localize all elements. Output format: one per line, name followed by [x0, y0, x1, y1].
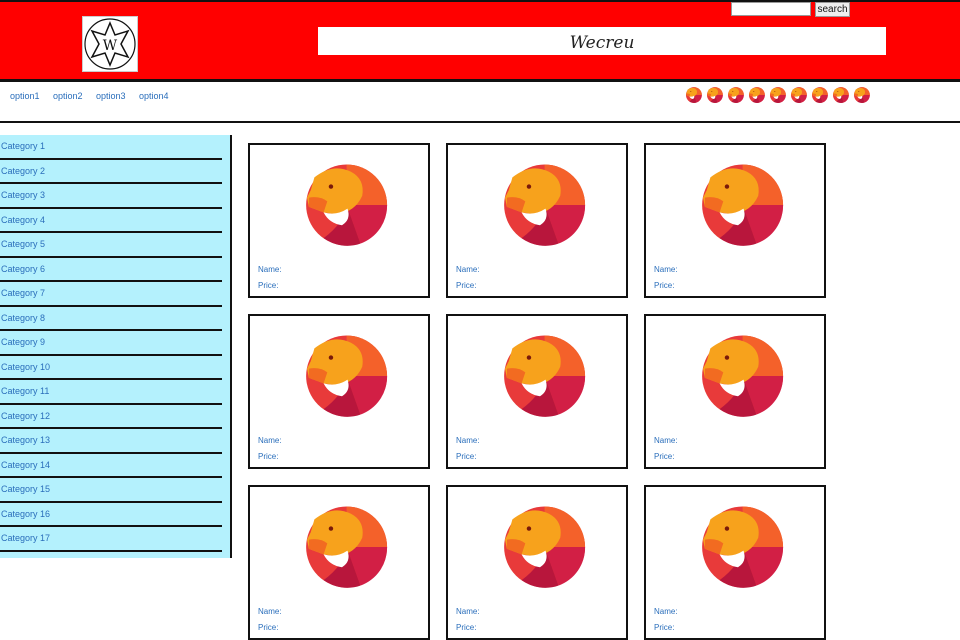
product-card[interactable]: Name: Price:: [446, 485, 628, 640]
product-price-label: Price:: [654, 452, 675, 461]
lion-icon: [832, 87, 849, 103]
sidebar-category-9[interactable]: Category 9: [0, 331, 222, 356]
sidebar-category-14[interactable]: Category 14: [0, 454, 222, 478]
lion-icon: [504, 164, 586, 246]
nav-option-1[interactable]: option1: [10, 91, 40, 101]
product-price-label: Price:: [258, 452, 279, 461]
sidebar-category-1[interactable]: Category 1: [0, 135, 222, 160]
product-price-label: Price:: [258, 281, 279, 290]
search-input[interactable]: [731, 2, 811, 16]
lion-icon: [306, 164, 388, 246]
product-name-label: Name:: [456, 265, 480, 274]
lion-icon: [702, 506, 784, 588]
sidebar-category-10[interactable]: Category 10: [0, 356, 222, 380]
lion-icon: [504, 506, 586, 588]
sidebar-category-7[interactable]: Category 7: [0, 282, 222, 307]
product-price-label: Price:: [456, 623, 477, 632]
product-card[interactable]: Name: Price:: [644, 314, 826, 469]
product-name-label: Name:: [258, 436, 282, 445]
lion-icon: [790, 87, 807, 103]
lion-icon: [769, 87, 786, 103]
nav-option-2[interactable]: option2: [53, 91, 83, 101]
product-price-label: Price:: [456, 281, 477, 290]
product-price-label: Price:: [654, 281, 675, 290]
nav-option-4[interactable]: option4: [139, 91, 169, 101]
lion-icon-strip: [684, 86, 870, 104]
product-card[interactable]: Name: Price:: [644, 485, 826, 640]
brand-title: Wecreu: [318, 27, 886, 55]
sidebar-category-4[interactable]: Category 4: [0, 209, 222, 233]
product-card[interactable]: Name: Price:: [446, 314, 628, 469]
mini-lion-icon[interactable]: [747, 86, 765, 104]
product-card[interactable]: Name: Price:: [446, 143, 628, 298]
lion-icon: [702, 164, 784, 246]
product-name-label: Name:: [258, 265, 282, 274]
logo[interactable]: W: [82, 16, 138, 72]
mini-lion-icon[interactable]: [684, 86, 702, 104]
product-price-label: Price:: [258, 623, 279, 632]
mini-lion-icon[interactable]: [831, 86, 849, 104]
header: W search Wecreu: [0, 0, 960, 82]
lion-icon: [706, 87, 723, 103]
product-card[interactable]: Name: Price:: [644, 143, 826, 298]
logo-icon: W: [84, 18, 136, 70]
product-card[interactable]: Name: Price:: [248, 314, 430, 469]
mini-lion-icon[interactable]: [852, 86, 870, 104]
category-sidebar: Category 1 Category 2 Category 3 Category 4…: [0, 135, 232, 558]
lion-icon: [306, 335, 388, 417]
product-name-label: Name:: [654, 607, 678, 616]
mini-lion-icon[interactable]: [789, 86, 807, 104]
lion-icon: [306, 506, 388, 588]
lion-icon: [748, 87, 765, 103]
product-card[interactable]: Name: Price:: [248, 485, 430, 640]
lion-icon: [504, 335, 586, 417]
product-card[interactable]: Name: Price:: [248, 143, 430, 298]
sidebar-category-3[interactable]: Category 3: [0, 184, 222, 209]
sidebar-category-5[interactable]: Category 5: [0, 233, 222, 258]
lion-icon: [685, 87, 702, 103]
product-price-label: Price:: [456, 452, 477, 461]
sidebar-category-15[interactable]: Category 15: [0, 478, 222, 503]
product-name-label: Name:: [456, 436, 480, 445]
product-price-label: Price:: [654, 623, 675, 632]
sidebar-category-6[interactable]: Category 6: [0, 258, 222, 282]
lion-icon: [702, 335, 784, 417]
product-name-label: Name:: [654, 265, 678, 274]
mini-lion-icon[interactable]: [705, 86, 723, 104]
mini-lion-icon[interactable]: [726, 86, 744, 104]
lion-icon: [853, 87, 870, 103]
lion-icon: [811, 87, 828, 103]
sidebar-category-16[interactable]: Category 16: [0, 503, 222, 527]
sidebar-category-11[interactable]: Category 11: [0, 380, 222, 405]
sidebar-category-13[interactable]: Category 13: [0, 429, 222, 454]
product-name-label: Name:: [456, 607, 480, 616]
sidebar-category-2[interactable]: Category 2: [0, 160, 222, 184]
sidebar-category-8[interactable]: Category 8: [0, 307, 222, 331]
lion-icon: [727, 87, 744, 103]
sidebar-category-17[interactable]: Category 17: [0, 527, 222, 552]
mini-lion-icon[interactable]: [768, 86, 786, 104]
logo-letter: W: [103, 38, 118, 54]
mini-lion-icon[interactable]: [810, 86, 828, 104]
search-button[interactable]: search: [815, 2, 850, 17]
product-name-label: Name:: [258, 607, 282, 616]
sidebar-category-12[interactable]: Category 12: [0, 405, 222, 429]
nav-option-3[interactable]: option3: [96, 91, 126, 101]
product-name-label: Name:: [654, 436, 678, 445]
